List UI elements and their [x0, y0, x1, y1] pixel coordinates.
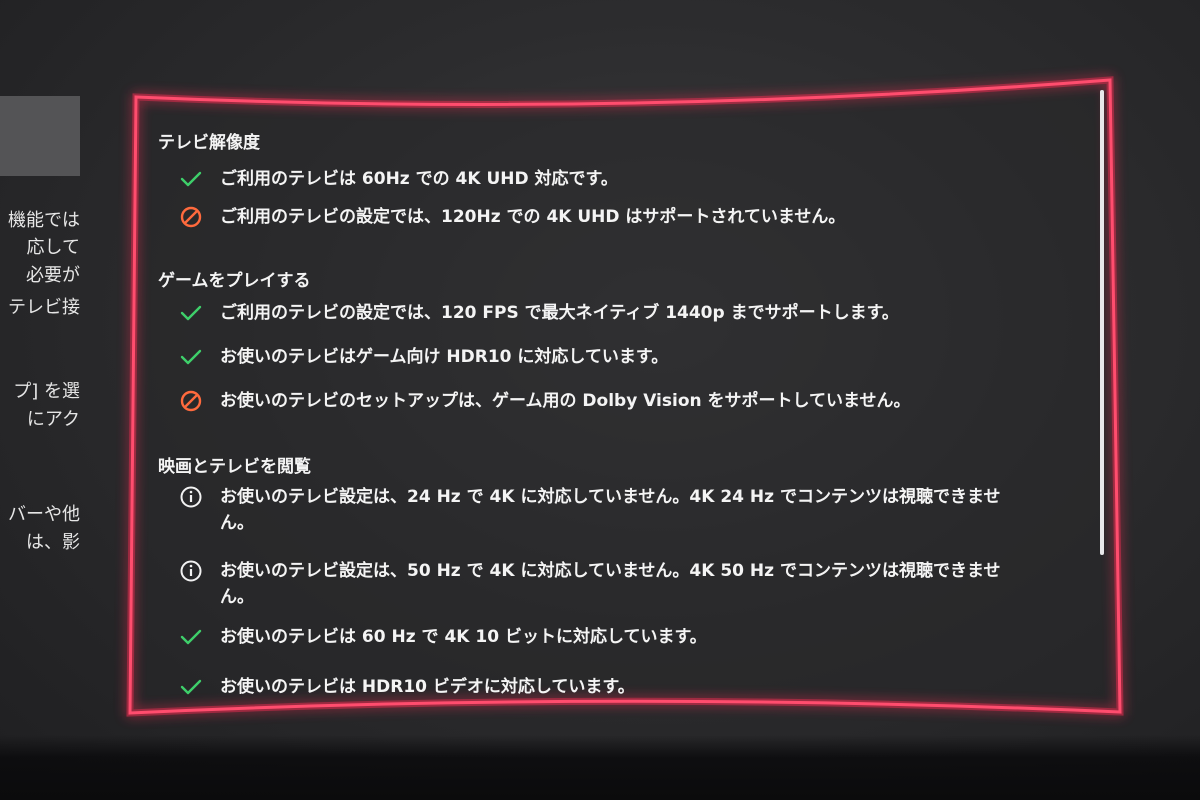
- left-panel-text: は、影: [26, 532, 80, 553]
- section-title-play-games: ゲームをプレイする: [158, 271, 311, 291]
- check-icon: [178, 166, 204, 192]
- blocked-icon: [178, 204, 204, 230]
- tv-screen: 機能では 応して 必要が テレビ接 プ] を選 にアク バーや他 は、影 テレビ…: [0, 0, 1200, 800]
- left-panel-text: にアク: [26, 409, 80, 430]
- check-icon: [178, 300, 204, 326]
- item-text: お使いのテレビは HDR10 ビデオに対応しています。: [220, 677, 635, 697]
- left-panel-text: テレビ接: [8, 297, 80, 318]
- item-text: お使いのテレビはゲーム向け HDR10 に対応しています。: [220, 347, 669, 367]
- section-title-tv-resolution: テレビ解像度: [158, 133, 260, 153]
- left-side-panel: 機能では 応して 必要が テレビ接 プ] を選 にアク バーや他 は、影: [0, 0, 110, 740]
- left-panel-text: 機能では: [8, 210, 80, 231]
- item-text: お使いのテレビ設定は、24 Hz で 4K に対応していません。4K 24 Hz…: [220, 487, 1001, 533]
- left-panel-text: バーや他: [8, 504, 80, 525]
- item-text: ご利用のテレビの設定では、120 FPS で最大ネイティブ 1440p までサポ…: [220, 303, 899, 323]
- check-icon: [178, 624, 204, 650]
- check-icon: [178, 344, 204, 370]
- item-text: お使いのテレビは 60 Hz で 4K 10 ビットに対応しています。: [220, 627, 707, 647]
- item-text: ご利用のテレビは 60Hz での 4K UHD 対応です。: [220, 169, 618, 189]
- info-icon: [178, 558, 204, 584]
- left-panel-text: 応して: [26, 237, 80, 258]
- left-panel-text: 必要が: [26, 265, 80, 286]
- bottom-bezel-shadow: [0, 735, 1200, 800]
- left-panel-text: プ] を選: [13, 381, 80, 402]
- info-icon: [178, 484, 204, 510]
- item-text: お使いのテレビのセットアップは、ゲーム用の Dolby Vision をサポート…: [220, 391, 911, 411]
- left-panel-tile[interactable]: [0, 96, 80, 176]
- section-title-movies-tv: 映画とテレビを閲覧: [158, 457, 311, 477]
- item-text: お使いのテレビ設定は、50 Hz で 4K に対応していません。4K 50 Hz…: [220, 561, 1001, 607]
- blocked-icon: [178, 388, 204, 414]
- scrollbar-thumb[interactable]: [1100, 90, 1104, 555]
- item-text: ご利用のテレビの設定では、120Hz での 4K UHD はサポートされていませ…: [220, 207, 846, 227]
- scrollbar[interactable]: [1100, 90, 1104, 555]
- check-icon: [178, 674, 204, 700]
